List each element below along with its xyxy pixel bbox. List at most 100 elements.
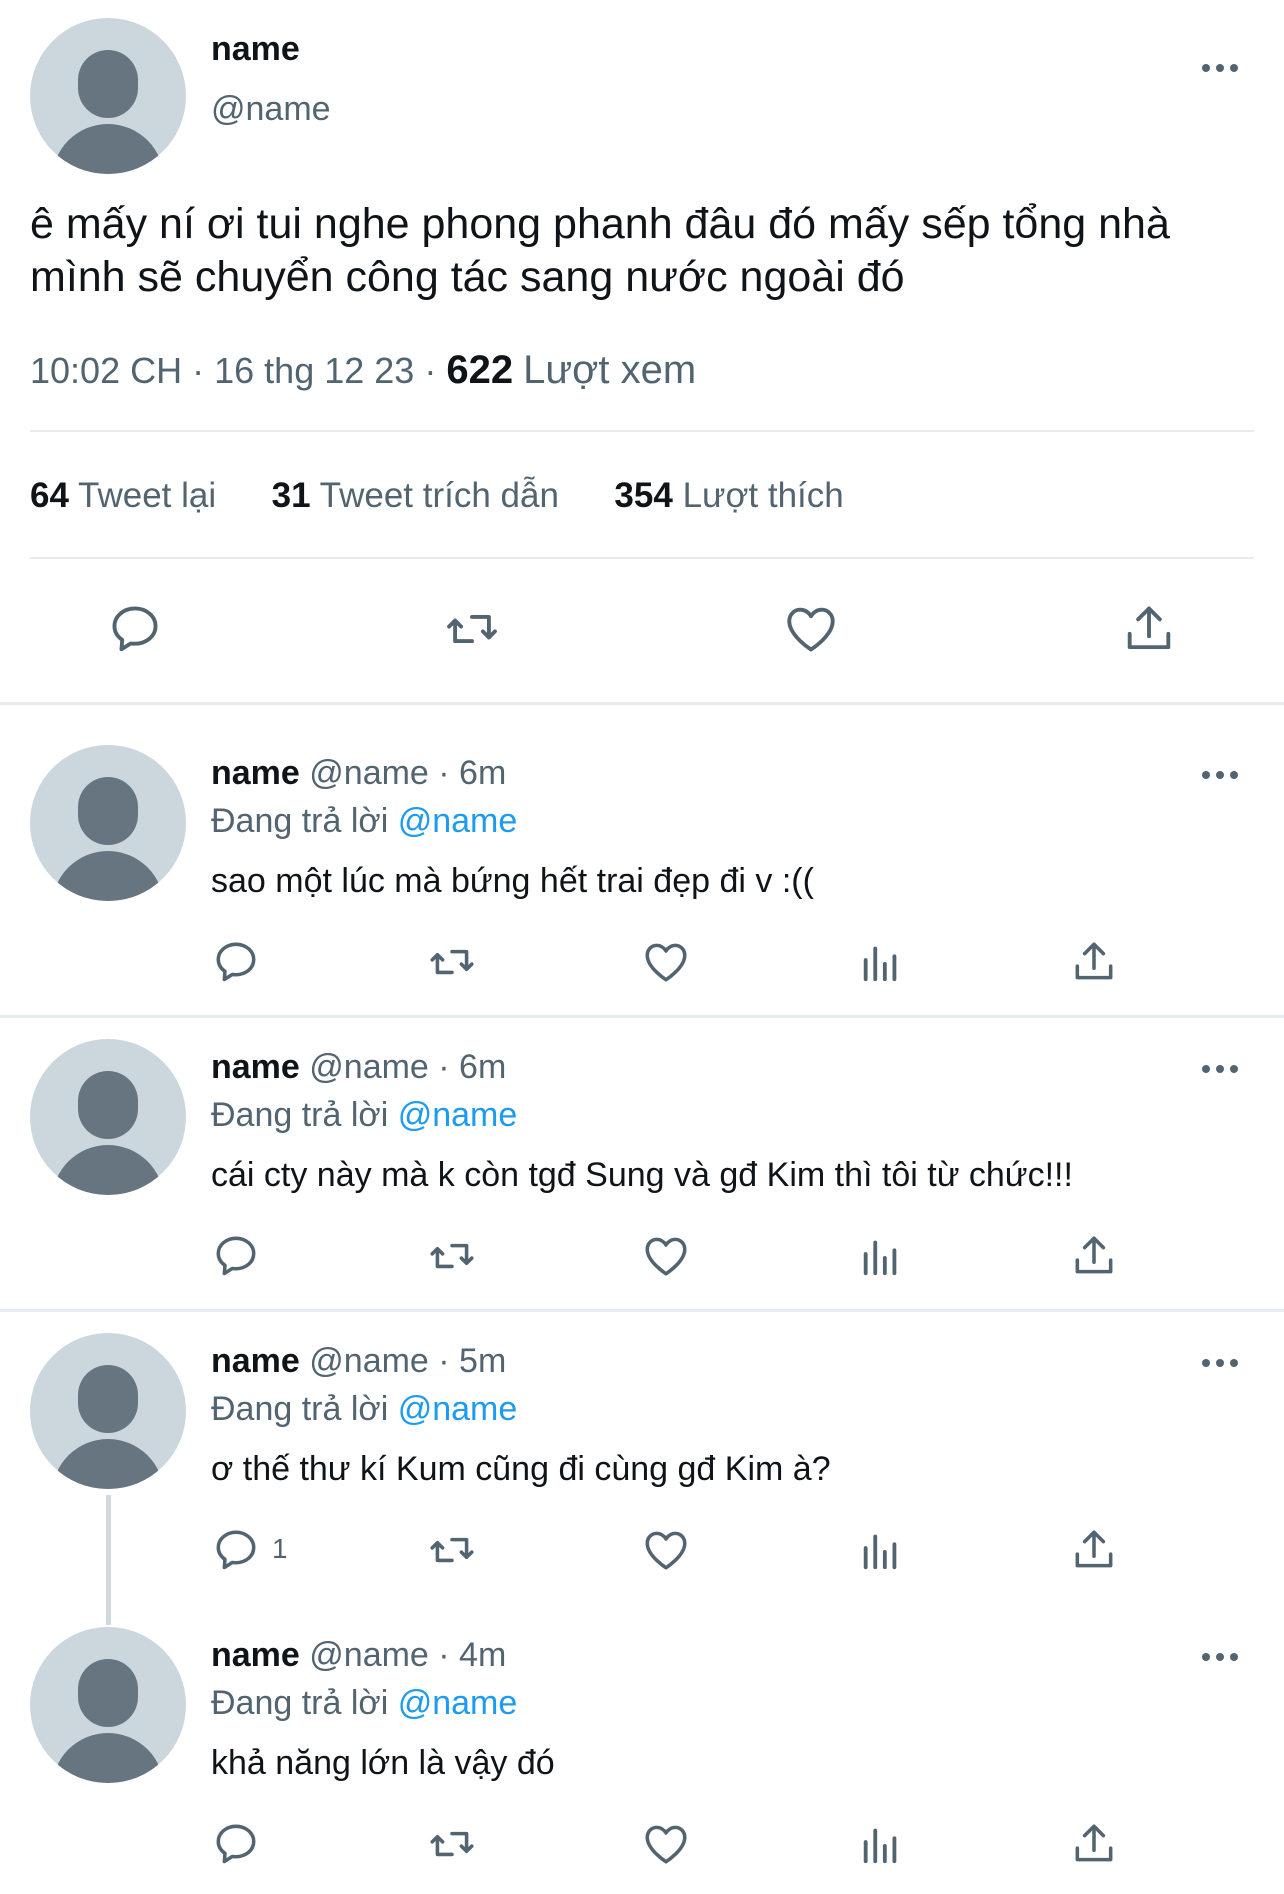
reply-meta: @name · 5m (309, 1342, 507, 1380)
avatar-head (78, 50, 138, 118)
reply-header: name @name · 6m (211, 754, 506, 793)
reply-header: name @name · 6m (211, 1048, 506, 1087)
more-options-icon[interactable] (1202, 1651, 1242, 1663)
tweet-text-line: mình sẽ chuyển công tác sang nước ngoài … (30, 253, 905, 301)
avatar-body (52, 1733, 164, 1783)
more-options-icon[interactable] (1202, 1357, 1242, 1369)
reply-text: sao một lúc mà bứng hết trai đẹp đi v :(… (211, 862, 814, 900)
reply-icon[interactable] (211, 1525, 261, 1575)
share-icon[interactable] (1069, 1525, 1119, 1575)
avatar-head (78, 1365, 138, 1433)
like-icon[interactable] (641, 1819, 691, 1869)
author-handle[interactable]: @name (211, 90, 331, 129)
avatar-body (52, 1145, 164, 1195)
views-icon[interactable] (858, 1819, 904, 1869)
quotes-count: 31 (271, 476, 311, 515)
replying-label: Đang trả lời (211, 1390, 389, 1428)
author-name[interactable]: name (211, 1636, 300, 1674)
likes-count: 354 (614, 476, 673, 515)
section-separator (0, 1309, 1284, 1312)
avatar[interactable] (30, 1333, 186, 1489)
reply-header: name @name · 4m (211, 1636, 506, 1675)
like-icon[interactable] (641, 937, 691, 987)
retweet-icon[interactable] (424, 937, 480, 987)
replying-to: Đang trả lời @name (211, 1390, 517, 1429)
thread-connector (106, 1495, 111, 1625)
reply-icon[interactable] (211, 1819, 261, 1869)
mention-link[interactable]: @name (398, 1390, 518, 1428)
quotes-stat[interactable]: 31 Tweet trích dẫn (272, 476, 559, 515)
views-label: Lượt xem (523, 348, 697, 392)
avatar-body (52, 124, 164, 174)
dot-separator: · (424, 350, 437, 391)
views-icon[interactable] (858, 1231, 904, 1281)
avatar[interactable] (30, 1039, 186, 1195)
like-icon[interactable] (641, 1231, 691, 1281)
tweet-text: ê mấy ní ơi tui nghe phong phanh đâu đó … (30, 198, 1270, 304)
divider (30, 430, 1254, 432)
reply-text: khả năng lớn là vậy đó (211, 1744, 555, 1782)
author-name[interactable]: name (211, 1048, 300, 1086)
more-options-icon[interactable] (1202, 769, 1242, 781)
avatar-head (78, 1071, 138, 1139)
share-icon[interactable] (1120, 600, 1178, 658)
reply-header: name @name · 5m (211, 1342, 506, 1381)
likes-label: Lượt thích (682, 476, 844, 515)
avatar-head (78, 777, 138, 845)
reply-icon[interactable] (211, 937, 261, 987)
retweets-count: 64 (30, 476, 69, 515)
replying-label: Đang trả lời (211, 802, 389, 840)
retweets-label: Tweet lại (78, 476, 217, 515)
like-icon[interactable] (782, 600, 840, 658)
reply-text: cái cty này mà k còn tgđ Sung và gđ Kim … (211, 1156, 1073, 1194)
like-icon[interactable] (641, 1525, 691, 1575)
retweet-icon[interactable] (424, 1819, 480, 1869)
tweet-date[interactable]: 16 thg 12 23 (214, 350, 414, 391)
tweet-text-line: ê mấy ní ơi tui nghe phong phanh đâu đó … (30, 200, 1170, 248)
more-options-icon[interactable] (1202, 62, 1242, 74)
replying-label: Đang trả lời (211, 1096, 389, 1134)
avatar[interactable] (30, 1627, 186, 1783)
tweet-meta: 10:02 CH · 16 thg 12 23 · 622 Lượt xem (30, 348, 696, 393)
reply-meta: @name · 4m (309, 1636, 507, 1674)
mention-link[interactable]: @name (398, 1096, 518, 1134)
views-count: 622 (446, 348, 514, 392)
share-icon[interactable] (1069, 1231, 1119, 1281)
avatar[interactable] (30, 18, 186, 174)
retweet-icon[interactable] (440, 600, 504, 658)
reply-count: 1 (272, 1533, 288, 1564)
retweets-stat[interactable]: 64 Tweet lại (30, 476, 216, 515)
avatar[interactable] (30, 745, 186, 901)
author-name[interactable]: name (211, 754, 300, 792)
replying-to: Đang trả lời @name (211, 802, 517, 841)
mention-link[interactable]: @name (398, 1684, 518, 1722)
avatar-body (52, 1439, 164, 1489)
divider (30, 557, 1254, 559)
views-icon[interactable] (858, 1525, 904, 1575)
views-icon[interactable] (858, 937, 904, 987)
section-separator (0, 702, 1284, 705)
replying-label: Đang trả lời (211, 1684, 389, 1722)
replying-to: Đang trả lời @name (211, 1684, 517, 1723)
reply-meta: @name · 6m (309, 1048, 507, 1086)
share-icon[interactable] (1069, 1819, 1119, 1869)
reply-icon[interactable] (106, 600, 164, 658)
replying-to: Đang trả lời @name (211, 1096, 517, 1135)
retweet-icon[interactable] (424, 1525, 480, 1575)
more-options-icon[interactable] (1202, 1063, 1242, 1075)
reply-meta: @name · 6m (309, 754, 507, 792)
likes-stat[interactable]: 354 Lượt thích (614, 476, 843, 515)
author-name[interactable]: name (211, 1342, 300, 1380)
section-separator (0, 1015, 1284, 1018)
mention-link[interactable]: @name (398, 802, 518, 840)
share-icon[interactable] (1069, 937, 1119, 987)
avatar-head (78, 1659, 138, 1727)
author-name[interactable]: name (211, 30, 300, 69)
retweet-icon[interactable] (424, 1231, 480, 1281)
tweet-time[interactable]: 10:02 CH (30, 350, 182, 391)
tweet-stats: 64 Tweet lại 31 Tweet trích dẫn 354 Lượt… (30, 476, 844, 516)
quotes-label: Tweet trích dẫn (319, 476, 559, 515)
reply-text: ơ thế thư kí Kum cũng đi cùng gđ Kim à? (211, 1450, 831, 1488)
reply-icon[interactable] (211, 1231, 261, 1281)
dot-separator: · (192, 350, 205, 391)
